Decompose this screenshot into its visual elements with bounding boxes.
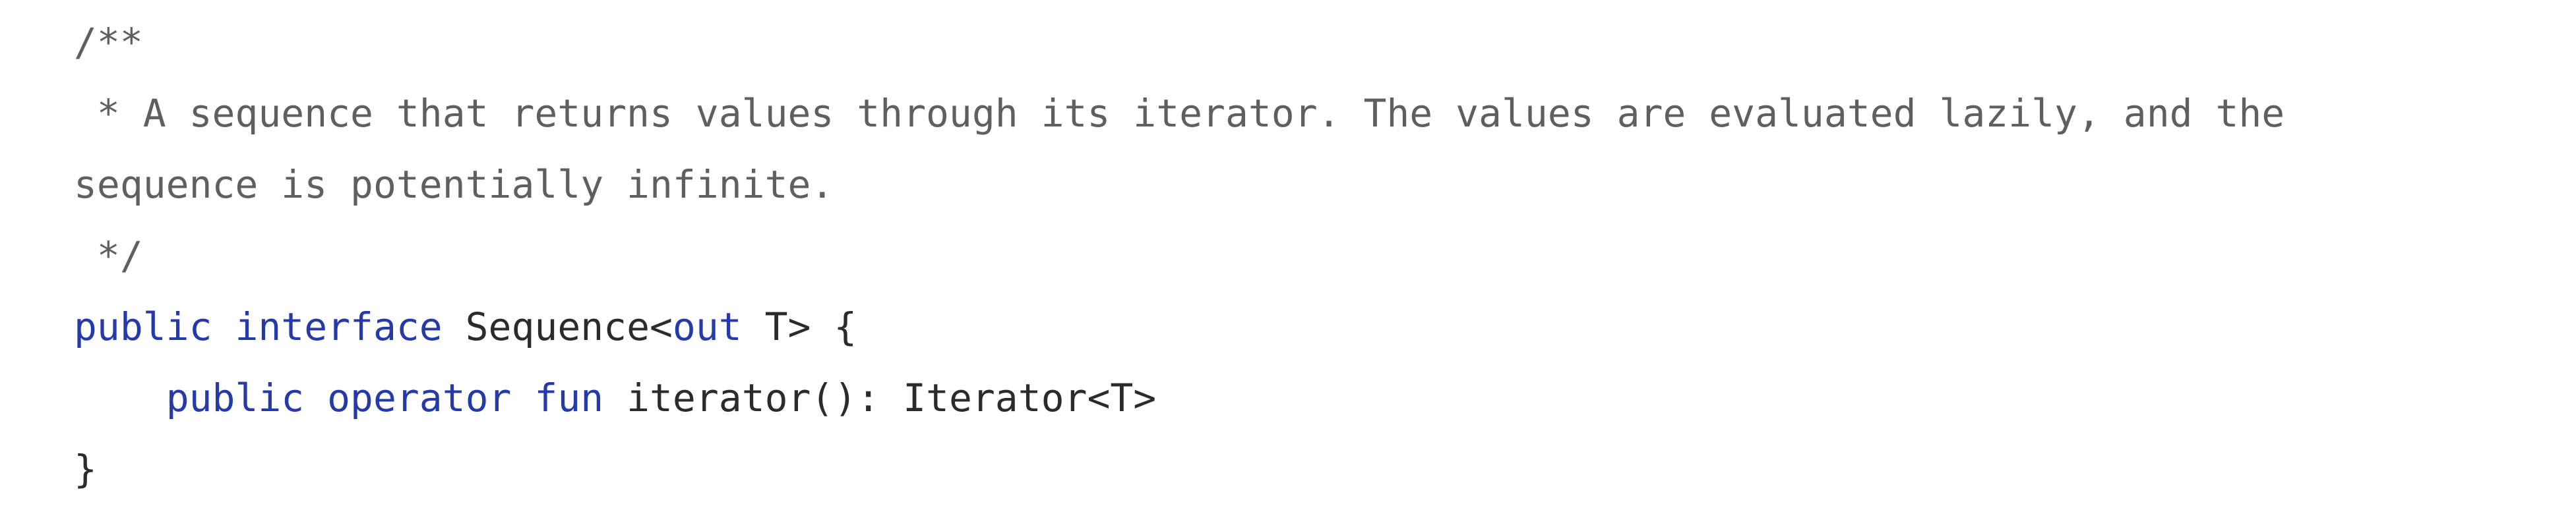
- doc-comment-line-2: sequence is potentially infinite.: [74, 162, 834, 207]
- code-viewer: /** * A sequence that returns values thr…: [0, 0, 2576, 506]
- doc-comment-line-1: * A sequence that returns values through…: [74, 91, 2285, 136]
- function-signature: iterator(): Iterator<T>: [627, 376, 1157, 420]
- closing-brace: }: [74, 447, 97, 492]
- doc-comment-open: /**: [74, 20, 143, 65]
- keyword-operator: operator: [327, 376, 512, 420]
- type-parameter-rest: T> {: [741, 304, 857, 349]
- keyword-public: public: [166, 376, 305, 420]
- keyword-out: out: [672, 304, 742, 349]
- interface-declaration-line: public interface Sequence<out T> {: [74, 291, 857, 362]
- keyword-public: public: [74, 304, 212, 349]
- keyword-interface: interface: [235, 304, 443, 349]
- keyword-fun: fun: [534, 376, 604, 420]
- type-name: Sequence<: [465, 304, 673, 349]
- member-declaration-line: public operator fun iterator(): Iterator…: [74, 362, 1157, 434]
- doc-comment-close: */: [74, 233, 143, 278]
